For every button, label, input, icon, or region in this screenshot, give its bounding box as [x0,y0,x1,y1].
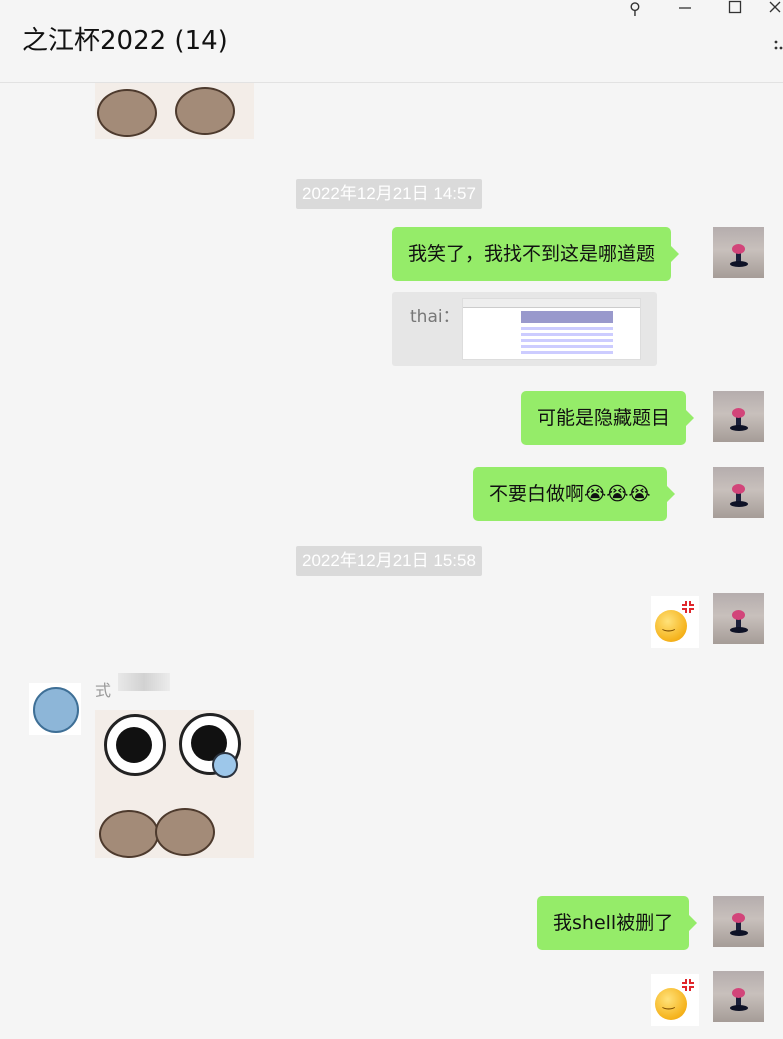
minimize-icon[interactable] [671,0,699,20]
angry-smile-sticker[interactable] [651,974,699,1026]
avatar[interactable] [713,593,764,644]
message-bubble[interactable]: 可能是隐藏题目 [521,391,695,445]
message-bubble[interactable]: 不要白做啊😭😭😭 [473,467,675,521]
timestamp: 2022年12月21日 15:58 [296,546,482,576]
quoted-screenshot-thumbnail[interactable] [462,298,641,360]
close-icon[interactable] [766,0,783,20]
more-icon[interactable] [768,38,783,54]
cat-paw [99,810,159,858]
sender-avatar[interactable] [29,683,81,735]
message-list[interactable]: 2022年12月21日 14:57 我笑了，我找不到这是哪道题 thai： 可能… [0,83,783,1039]
avatar[interactable] [713,896,764,947]
cat-paw [155,808,215,856]
timestamp: 2022年12月21日 14:57 [296,179,482,209]
blurred-name [118,673,170,691]
cat-sticker[interactable] [95,710,254,858]
quote-sender: thai： [410,307,460,327]
message-bubble[interactable]: 我shell被删了 [537,896,698,950]
avatar[interactable] [713,971,764,1022]
anger-symbol-icon [680,977,696,993]
cat-sticker-partial[interactable] [95,83,254,139]
cat-paw [97,89,157,137]
flower-icon [212,752,238,778]
anger-symbol-icon [680,599,696,615]
avatar[interactable] [713,391,764,442]
chat-header: 之江杯2022 (14) ⚲ [0,0,783,83]
maximize-icon[interactable] [721,0,749,20]
pin-icon[interactable]: ⚲ [621,0,649,20]
sender-name: 式 [95,681,112,700]
quoted-message[interactable]: thai： [392,292,657,366]
cat-paw [175,87,235,135]
avatar[interactable] [713,467,764,518]
chat-title: 之江杯2022 (14) [22,26,228,56]
avatar[interactable] [713,227,764,278]
message-bubble[interactable]: 我笑了，我找不到这是哪道题 [392,227,680,281]
angry-smile-sticker[interactable] [651,596,699,648]
